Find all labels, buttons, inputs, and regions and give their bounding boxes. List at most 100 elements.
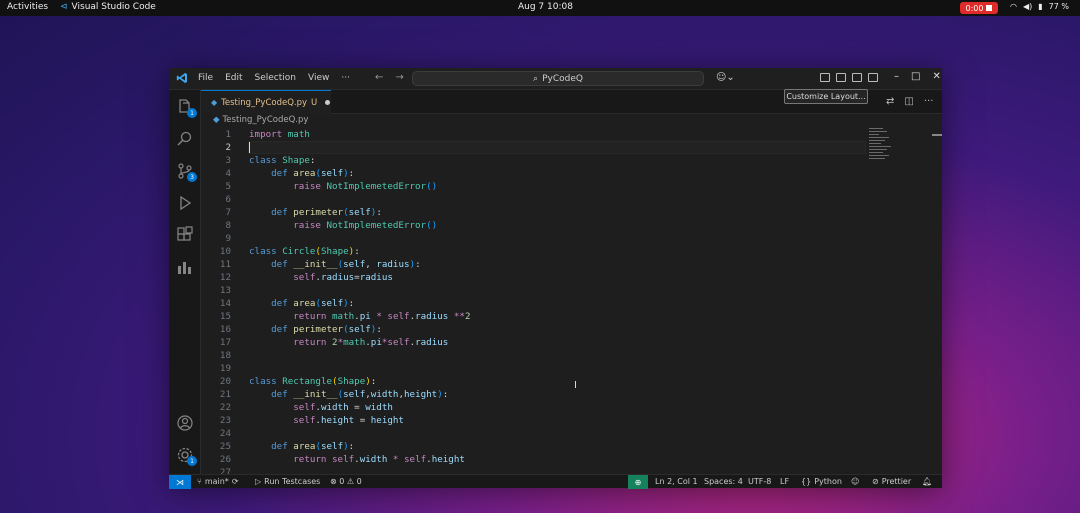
system-tray[interactable]: ◠ ◀) ▮ 77 % bbox=[1010, 2, 1069, 11]
code-line[interactable]: 10 class Circle(Shape): bbox=[201, 245, 901, 258]
extensions-icon[interactable] bbox=[176, 226, 194, 244]
copilot-icon[interactable]: ☺⌄ bbox=[716, 72, 735, 83]
settings-badge: 1 bbox=[187, 456, 197, 466]
branch-indicator[interactable]: ⑂ main* ⟳ bbox=[197, 477, 239, 486]
code-line[interactable]: 4 def area(self): bbox=[201, 167, 901, 180]
scrollbar-thumb[interactable] bbox=[932, 134, 942, 136]
back-arrow-icon[interactable]: ← bbox=[375, 72, 383, 83]
app-menu[interactable]: ⊲ Visual Studio Code bbox=[60, 2, 156, 12]
problems-indicator[interactable]: ⊗ 0 ⚠ 0 bbox=[330, 477, 362, 486]
code-line[interactable]: 11 def __init__(self, radius): bbox=[201, 258, 901, 271]
code-line[interactable]: 12 self.radius=radius bbox=[201, 271, 901, 284]
code-line[interactable]: 5 raise NotImplemetedError() bbox=[201, 180, 901, 193]
code-line[interactable]: 18 bbox=[201, 349, 901, 362]
menu-selection[interactable]: Selection bbox=[255, 73, 296, 83]
compare-changes-icon[interactable]: ⇄ bbox=[886, 96, 894, 107]
minimize-icon[interactable]: – bbox=[894, 71, 899, 82]
account-icon[interactable] bbox=[176, 414, 194, 432]
forward-arrow-icon[interactable]: → bbox=[395, 72, 403, 83]
encoding[interactable]: UTF-8 bbox=[748, 477, 771, 486]
customize-layout-icon[interactable] bbox=[820, 73, 830, 82]
settings-gear-icon[interactable]: 1 bbox=[176, 446, 197, 466]
code-line[interactable]: 26 return self.width * self.height bbox=[201, 453, 901, 466]
more-actions-icon[interactable]: ··· bbox=[924, 96, 934, 107]
minimap[interactable] bbox=[869, 128, 897, 168]
bar-chart-icon[interactable] bbox=[176, 258, 194, 276]
vscode-logo-icon bbox=[176, 73, 187, 83]
indentation[interactable]: Spaces: 4 bbox=[704, 477, 743, 486]
line-number: 25 bbox=[219, 441, 231, 452]
close-icon[interactable]: ✕ bbox=[932, 71, 940, 82]
breadcrumb-file[interactable]: Testing_PyCodeQ.py bbox=[223, 115, 309, 125]
run-testcases-label: Run Testcases bbox=[264, 477, 321, 486]
command-center-label: PyCodeQ bbox=[542, 73, 583, 84]
code-editor[interactable]: 1 import math 2 3 class Shape: 4 def area(sel… bbox=[201, 128, 941, 474]
code-line[interactable]: 13 bbox=[201, 284, 901, 297]
code-line[interactable]: 21 def __init__(self,width,height): bbox=[201, 388, 901, 401]
toggle-primary-sidebar-icon[interactable] bbox=[836, 73, 846, 82]
line-number: 15 bbox=[219, 311, 231, 322]
code-line[interactable]: 6 bbox=[201, 193, 901, 206]
remote-indicator-icon[interactable]: ⋊ bbox=[169, 475, 191, 489]
activities-button[interactable]: Activities bbox=[7, 2, 48, 12]
code-line[interactable]: 3 class Shape: bbox=[201, 154, 901, 167]
code-line[interactable]: 1 import math bbox=[201, 128, 901, 141]
code-line[interactable]: 15 return math.pi * self.radius **2 bbox=[201, 310, 901, 323]
code-line[interactable]: 22 self.width = width bbox=[201, 401, 901, 414]
toggle-panel-icon[interactable] bbox=[852, 73, 862, 82]
unsaved-dot-icon[interactable] bbox=[325, 100, 331, 105]
language-mode[interactable]: {} Python bbox=[801, 477, 842, 486]
vscode-window: File Edit Selection View ··· ← → ⌕ PyCod… bbox=[169, 68, 942, 489]
notifications-bell-icon[interactable]: 🔔︎ bbox=[922, 477, 932, 486]
code-line[interactable]: 25 def area(self): bbox=[201, 440, 901, 453]
vscode-small-icon: ⊲ bbox=[60, 2, 68, 12]
line-number: 4 bbox=[225, 168, 231, 179]
code-line[interactable]: 14 def area(self): bbox=[201, 297, 901, 310]
zoom-icon[interactable]: ⊕ bbox=[628, 475, 648, 489]
cursor-position[interactable]: Ln 2, Col 1 bbox=[655, 477, 698, 486]
app-name: Visual Studio Code bbox=[71, 2, 156, 12]
source-control-badge: 3 bbox=[187, 172, 197, 182]
code-line[interactable]: 8 raise NotImplemetedError() bbox=[201, 219, 901, 232]
run-testcases-button[interactable]: ▷ Run Testcases bbox=[255, 477, 320, 486]
code-line[interactable]: 20 class Rectangle(Shape): bbox=[201, 375, 901, 388]
menu-file[interactable]: File bbox=[198, 73, 213, 83]
clock[interactable]: Aug 7 10:08 bbox=[518, 2, 573, 12]
line-number: 24 bbox=[219, 428, 231, 439]
tab-testing-pycodeq[interactable]: ◆ Testing_PyCodeQ.py U bbox=[201, 90, 331, 114]
run-debug-icon[interactable] bbox=[176, 194, 194, 212]
code-text: def perimeter(self): bbox=[271, 324, 382, 335]
line-number: 3 bbox=[225, 155, 231, 166]
customize-layout-tooltip: Customize Layout... bbox=[784, 89, 868, 104]
code-line[interactable]: 19 bbox=[201, 362, 901, 375]
explorer-icon[interactable]: 1 bbox=[176, 98, 197, 118]
braces-icon: {} bbox=[801, 477, 812, 486]
command-center[interactable]: ⌕ PyCodeQ bbox=[412, 71, 704, 86]
window-controls: – □ ✕ bbox=[894, 71, 941, 82]
menu-edit[interactable]: Edit bbox=[225, 73, 242, 83]
prettier-check-icon: ⊘ bbox=[872, 477, 879, 486]
code-line[interactable]: 2 bbox=[201, 141, 901, 154]
search-icon[interactable] bbox=[176, 130, 194, 148]
prettier-status[interactable]: ⊘ Prettier bbox=[872, 477, 911, 486]
line-number: 22 bbox=[219, 402, 231, 413]
code-line[interactable]: 7 def perimeter(self): bbox=[201, 206, 901, 219]
line-ending[interactable]: LF bbox=[780, 477, 789, 486]
maximize-icon[interactable]: □ bbox=[911, 71, 920, 82]
git-branch-icon: ⑂ bbox=[197, 477, 202, 486]
toggle-secondary-sidebar-icon[interactable] bbox=[868, 73, 878, 82]
menu-view[interactable]: View bbox=[308, 73, 329, 83]
split-editor-icon[interactable]: ◫ bbox=[904, 96, 913, 107]
code-line[interactable]: 27 bbox=[201, 466, 901, 474]
source-control-icon[interactable]: 3 bbox=[176, 162, 197, 182]
menu-more[interactable]: ··· bbox=[341, 73, 350, 83]
code-line[interactable]: 17 return 2*math.pi*self.radius bbox=[201, 336, 901, 349]
code-line[interactable]: 23 self.height = height bbox=[201, 414, 901, 427]
copilot-status-icon[interactable]: ☺ bbox=[851, 477, 859, 486]
recording-indicator[interactable]: 0:00 bbox=[960, 2, 998, 14]
line-number: 5 bbox=[225, 181, 231, 192]
code-line[interactable]: 9 bbox=[201, 232, 901, 245]
code-line[interactable]: 24 bbox=[201, 427, 901, 440]
layout-controls bbox=[820, 73, 878, 82]
code-line[interactable]: 16 def perimeter(self): bbox=[201, 323, 901, 336]
